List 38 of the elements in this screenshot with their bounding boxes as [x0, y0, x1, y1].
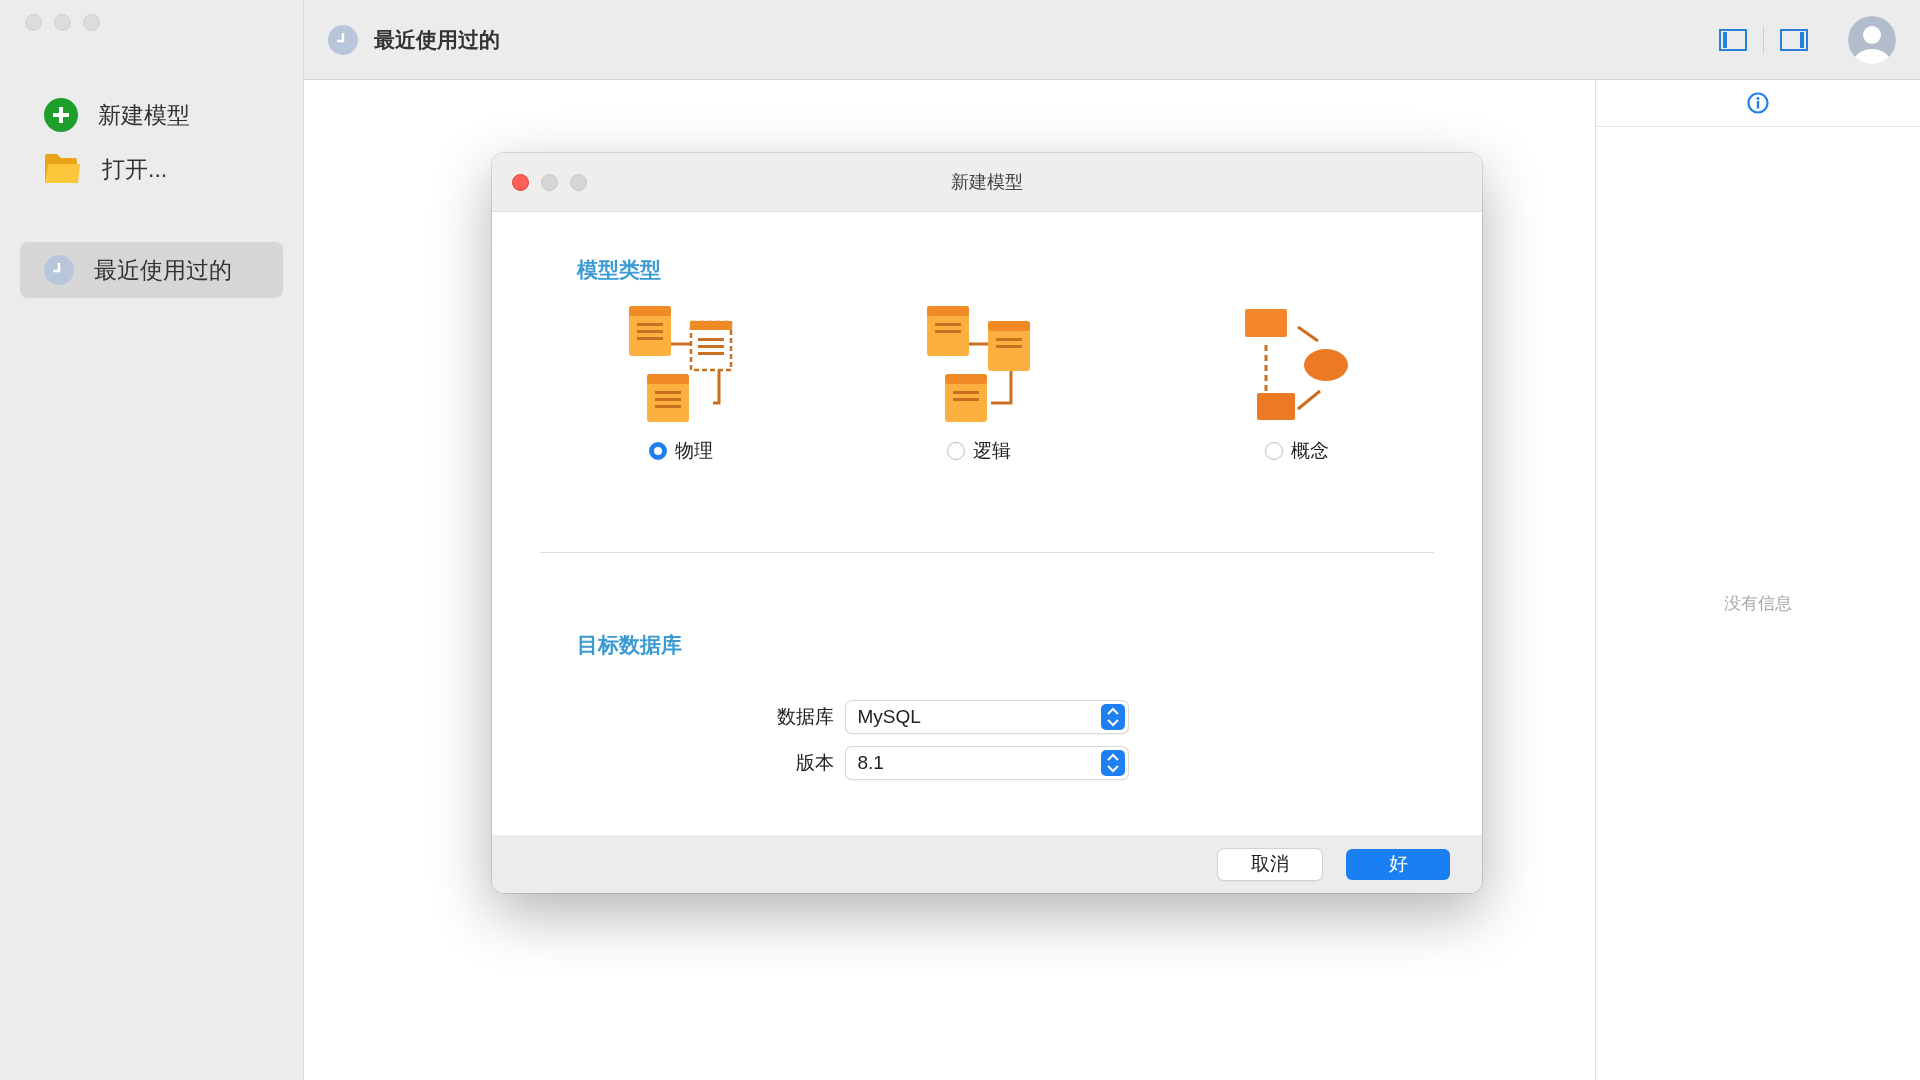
field-label: 版本	[794, 751, 834, 775]
section-heading: 目标数据库	[577, 632, 682, 658]
section-heading: 模型类型	[577, 257, 661, 283]
minimize-button[interactable]	[54, 14, 71, 31]
avatar-icon[interactable]	[1848, 15, 1896, 64]
sidebar-item-label: 新建模型	[98, 100, 190, 130]
zoom-button[interactable]	[570, 173, 587, 191]
zoom-button[interactable]	[83, 14, 100, 31]
add-icon	[44, 98, 78, 132]
dialog-title: 新建模型	[951, 171, 1023, 194]
table-diagram-icon	[927, 306, 1031, 424]
clock-icon	[328, 24, 358, 55]
cancel-button[interactable]: 取消	[1218, 848, 1322, 880]
left-sidebar-toggle-icon[interactable]	[1719, 28, 1747, 51]
field-label: 数据库	[776, 705, 834, 729]
table-diagram-icon	[628, 306, 733, 424]
stepper-icon	[1100, 704, 1125, 730]
sidebar-item[interactable]: 新建模型	[20, 88, 283, 142]
right-sidebar-toggle-icon[interactable]	[1780, 28, 1808, 51]
sidebar-item[interactable]: 打开...	[20, 142, 283, 196]
model-type-radio[interactable]: 概念	[1265, 438, 1330, 464]
model-type-radio[interactable]: 逻辑	[947, 438, 1011, 464]
select-field[interactable]: 8.1	[845, 747, 1128, 779]
sidebar-item[interactable]: 最近使用过的	[20, 242, 283, 298]
sidebar-item-label: 打开...	[102, 154, 168, 184]
sidebar-item-label: 最近使用过的	[94, 255, 232, 285]
ok-button[interactable]: 好	[1346, 848, 1450, 880]
empty-message: 没有信息	[1724, 593, 1792, 615]
close-button[interactable]	[512, 173, 529, 191]
entity-diagram-icon	[1244, 309, 1351, 421]
clock-icon	[44, 255, 74, 285]
minimize-button[interactable]	[541, 173, 558, 191]
model-type-radio[interactable]: 物理	[648, 438, 713, 464]
page-title: 最近使用过的	[374, 26, 500, 53]
select-field[interactable]: MySQL	[845, 701, 1128, 733]
info-icon[interactable]	[1747, 92, 1769, 114]
folder-icon	[44, 153, 82, 185]
stepper-icon	[1100, 750, 1125, 776]
